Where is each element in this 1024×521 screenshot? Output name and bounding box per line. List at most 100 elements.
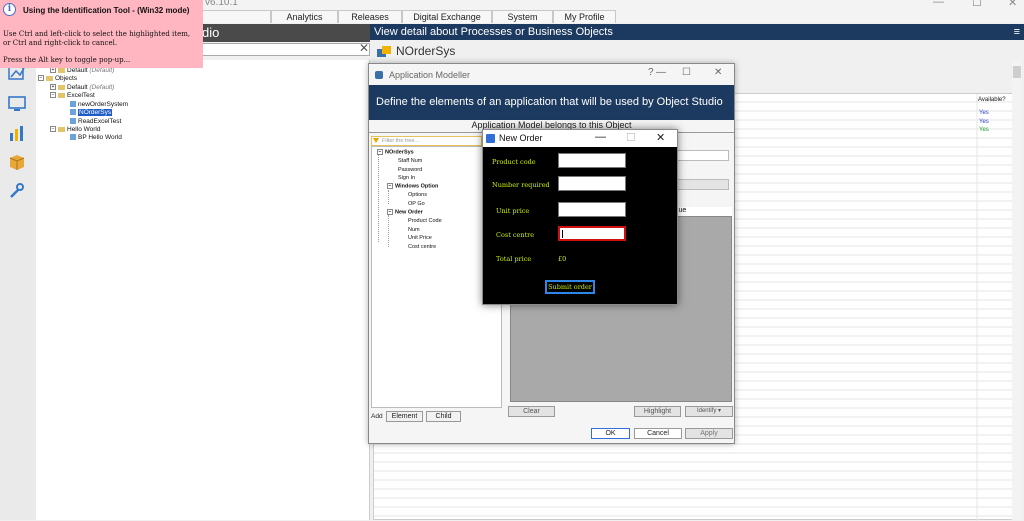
close-icon[interactable]: ✕ xyxy=(656,131,665,144)
maximize-icon[interactable]: ☐ xyxy=(682,67,691,78)
control-room-icon[interactable] xyxy=(8,95,26,113)
menu-tab-my-profile[interactable]: My Profile xyxy=(553,10,616,23)
tree-node-windows-option[interactable]: − Windows Option xyxy=(387,183,438,189)
tree-node-new-order[interactable]: − New Order xyxy=(387,209,423,215)
close-icon[interactable]: ✕ xyxy=(1008,0,1017,9)
tooltip-body-secondary: Press the Alt key to toggle pop-up... xyxy=(3,56,131,64)
cost-centre-input[interactable] xyxy=(558,226,626,241)
cancel-button[interactable]: Cancel xyxy=(634,428,682,439)
detail-title-text: NOrderSys xyxy=(396,44,456,58)
folder-icon xyxy=(58,67,65,73)
filter-icon xyxy=(373,138,379,143)
menu-tab-digital-exchange[interactable]: Digital Exchange xyxy=(402,10,492,23)
vertical-scrollbar[interactable] xyxy=(1012,60,1022,520)
detail-header-text: View detail about Processes or Business … xyxy=(374,26,613,38)
tree-row-hello-world[interactable]: − Hello World xyxy=(50,126,100,133)
tree-node-nordersys[interactable]: − NOrderSys xyxy=(377,149,414,155)
tree-connector xyxy=(388,190,389,204)
expand-icon[interactable]: + xyxy=(50,84,56,91)
tree-row-bp-hello-world[interactable]: BP Hello World xyxy=(70,134,122,141)
number-required-input[interactable] xyxy=(558,176,626,191)
top-menu-bar: v6.10.1 Analytics Releases Digital Excha… xyxy=(200,0,1024,23)
identify-button[interactable]: Identify ▾ xyxy=(685,406,733,417)
tree-row-exceltest[interactable]: − ExcelTest xyxy=(50,92,95,99)
tree-node-password[interactable]: Password xyxy=(398,167,422,173)
tree-row-neworder-system[interactable]: newOrderSystem xyxy=(70,101,128,108)
available-column-header: Available? xyxy=(978,97,1006,103)
menu-tab-releases[interactable]: Releases xyxy=(338,10,402,23)
help-icon[interactable]: ? xyxy=(648,67,654,78)
folder-icon xyxy=(46,75,53,81)
clear-search-icon[interactable]: ✕ xyxy=(359,41,369,55)
menu-icon[interactable]: ≡ xyxy=(1014,24,1020,40)
add-label: Add xyxy=(371,413,383,420)
apply-button[interactable]: Apply xyxy=(685,428,733,439)
analytics-icon[interactable] xyxy=(8,124,26,142)
scrollbar-thumb[interactable] xyxy=(1013,66,1021,78)
window-title: Application Modeller xyxy=(389,70,471,80)
system-tools-icon[interactable] xyxy=(8,182,26,200)
minimize-icon[interactable]: — xyxy=(656,67,666,78)
releases-package-icon[interactable] xyxy=(8,153,26,171)
tree-node-options[interactable]: Options xyxy=(408,192,427,198)
tree-connector xyxy=(378,154,379,242)
menu-tab-analytics[interactable]: Analytics xyxy=(271,10,338,23)
tree-row-label: newOrderSystem xyxy=(78,101,129,108)
tree-row-readexceltest[interactable]: ReadExcelTest xyxy=(70,118,121,125)
tree-node-staff-num[interactable]: Staff Num xyxy=(398,158,422,164)
tree-node-sign-in[interactable]: Sign In xyxy=(398,175,415,181)
add-child-button[interactable]: Child xyxy=(426,411,461,422)
product-code-input[interactable] xyxy=(558,153,626,168)
tree-search-input[interactable] xyxy=(200,43,370,56)
highlight-button[interactable]: Highlight xyxy=(634,406,681,417)
object-icon xyxy=(70,134,76,141)
tree-node-unit-price[interactable]: Unit Price xyxy=(408,235,432,241)
close-icon[interactable]: ✕ xyxy=(714,67,722,78)
identification-tool-tooltip: i Using the Identification Tool - (Win32… xyxy=(0,0,203,68)
tree-node-num[interactable]: Num xyxy=(408,227,420,233)
available-value: Yes xyxy=(979,127,989,133)
maximize-icon[interactable]: ☐ xyxy=(972,0,982,9)
collapse-icon[interactable]: − xyxy=(387,183,393,189)
number-required-label: Number required xyxy=(492,181,550,189)
tree-row-default[interactable]: + Default (Default) xyxy=(50,67,114,74)
collapse-icon[interactable]: − xyxy=(50,126,56,133)
tree-row-objects[interactable]: − Objects xyxy=(38,75,77,82)
total-price-label: Total price xyxy=(496,255,532,263)
available-value: Yes xyxy=(979,110,989,116)
menu-tab-blank[interactable] xyxy=(200,10,271,23)
collapse-icon[interactable]: − xyxy=(387,209,393,215)
cost-centre-label: Cost centre xyxy=(496,231,535,239)
menu-tab-system[interactable]: System xyxy=(492,10,553,23)
add-element-button[interactable]: Element xyxy=(386,411,423,422)
tree-row-label: Objects xyxy=(55,75,78,82)
folder-icon xyxy=(58,84,65,90)
text-cursor xyxy=(562,230,563,238)
tree-node-op-go[interactable]: OP Go xyxy=(408,201,425,207)
clear-button[interactable]: Clear xyxy=(508,406,555,417)
tree-row-default-objects[interactable]: + Default (Default) xyxy=(50,84,114,91)
minimize-icon[interactable]: — xyxy=(933,0,944,8)
tree-row-label: Hello World xyxy=(67,126,101,133)
collapse-icon[interactable]: − xyxy=(38,75,44,82)
unit-price-label: Unit price xyxy=(496,207,530,215)
identify-label: Identify xyxy=(696,408,717,414)
tree-row-label: BP Hello World xyxy=(78,134,122,141)
minimize-icon[interactable]: — xyxy=(595,131,606,143)
window-title: New Order xyxy=(499,133,543,143)
tree-row-label-selected: NOrderSys xyxy=(78,109,113,116)
expand-icon[interactable]: + xyxy=(50,67,56,74)
tree-row-nordersys[interactable]: NOrderSys xyxy=(70,109,113,116)
submit-order-button[interactable]: Submit order xyxy=(545,280,595,294)
ok-button[interactable]: OK xyxy=(591,428,630,439)
maximize-icon[interactable]: ☐ xyxy=(626,131,636,144)
folder-icon xyxy=(58,92,65,98)
filter-tree-input[interactable]: Filter the tree... xyxy=(371,136,482,146)
tree-node-product-code[interactable]: Product Code xyxy=(408,218,442,224)
tree-node-cost-centre[interactable]: Cost centre xyxy=(408,244,436,250)
collapse-icon[interactable]: − xyxy=(50,92,56,99)
unit-price-input[interactable] xyxy=(558,202,626,217)
tree-row-suffix: (Default) xyxy=(89,84,115,91)
detail-title: NOrderSys xyxy=(376,44,455,59)
collapse-icon[interactable]: − xyxy=(377,149,383,155)
